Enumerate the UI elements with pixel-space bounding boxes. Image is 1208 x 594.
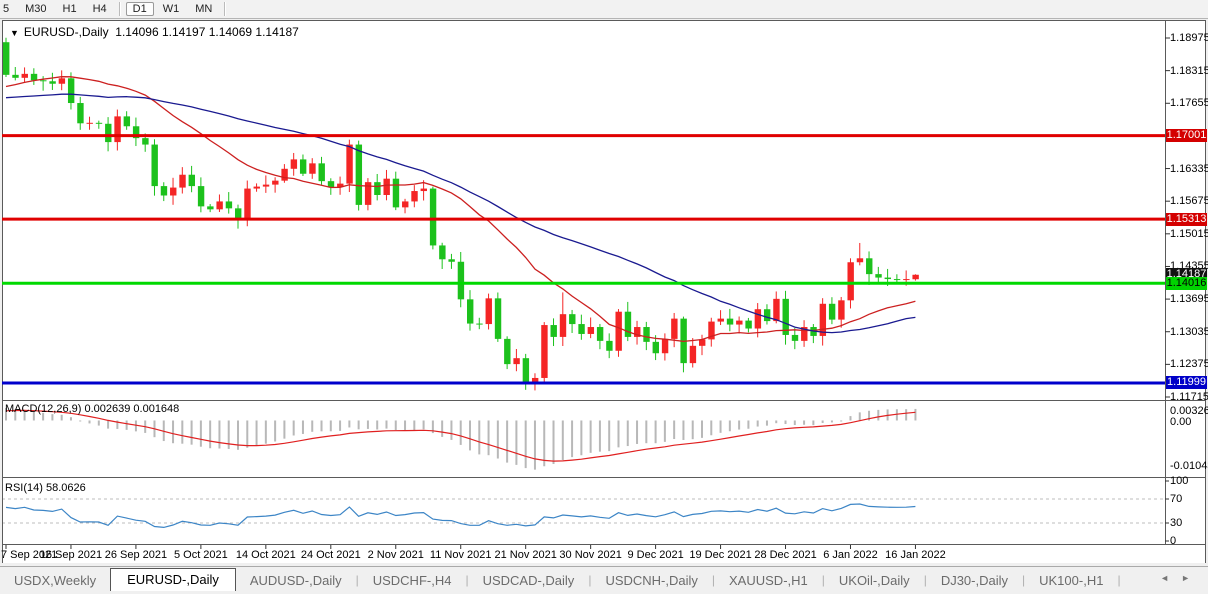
rsi-axis-label: 100 (1170, 475, 1188, 487)
tab-scroll-arrows: ◄► (1160, 573, 1202, 583)
date-tick-label: 2 Nov 2021 (368, 549, 424, 561)
support-price-badge: 1.14016 (1166, 277, 1207, 290)
date-tick-label: 16 Sep 2021 (40, 549, 102, 561)
price-tick-label: 1.12375 (1170, 358, 1208, 370)
rsi-pane-separator (2, 477, 1206, 478)
resistance-price-badge: 1.17001 (1166, 129, 1207, 142)
date-tick-label: 21 Nov 2021 (494, 549, 556, 561)
chart-ohlc: 1.14096 1.14197 1.14069 1.14187 (115, 25, 299, 39)
tab-eurusd[interactable]: EURUSD-,Daily (110, 568, 236, 592)
chart-area (2, 20, 1206, 563)
timeframe-button-m30[interactable]: M30 (18, 2, 53, 16)
trading-platform-window: 5M30H1H4 D1W1MN ▼ EURUSD-,Daily 1.14096 1.… (0, 0, 1208, 594)
date-tick-label: 11 Nov 2021 (430, 549, 492, 561)
timeframe-toolbar: 5M30H1H4 D1W1MN (0, 0, 1208, 19)
date-tick-label: 24 Oct 2021 (301, 549, 361, 561)
chart-title: ▼ EURUSD-,Daily 1.14096 1.14197 1.14069 1… (10, 25, 299, 39)
price-tick-label: 1.16335 (1170, 163, 1208, 175)
price-tick-label: 1.15675 (1170, 195, 1208, 207)
tab-usdcnh[interactable]: USDCNH-,Daily (591, 570, 711, 592)
rsi-indicator-label: RSI(14) 58.0626 (5, 482, 86, 494)
date-tick-label: 30 Nov 2021 (559, 549, 621, 561)
support-price-badge: 1.11999 (1166, 376, 1207, 389)
date-tick-label: 16 Jan 2022 (885, 549, 946, 561)
tab-scroll-left-icon[interactable]: ◄ (1160, 573, 1181, 583)
date-tick-label: 14 Oct 2021 (236, 549, 296, 561)
macd-axis-label: -0.010438 (1170, 460, 1208, 472)
tab-usdchf[interactable]: USDCHF-,H4 (359, 570, 466, 592)
macd-indicator-label: MACD(12,26,9) 0.002639 0.001648 (5, 403, 179, 415)
tab-xauusd[interactable]: XAUUSD-,H1 (715, 570, 822, 592)
symbol-dropdown-icon[interactable]: ▼ (10, 28, 19, 38)
tab-scroll-right-icon[interactable]: ► (1181, 573, 1202, 583)
date-tick-label: 9 Dec 2021 (627, 549, 683, 561)
tab-ukoil[interactable]: UKOil-,Daily (825, 570, 924, 592)
tab-separator: | (1117, 573, 1120, 587)
price-tick-label: 1.11715 (1170, 391, 1208, 403)
chart-symbol-label: EURUSD-,Daily (24, 25, 109, 39)
macd-axis-label: 0.00 (1170, 416, 1191, 428)
toolbar-separator (119, 2, 121, 16)
timeframe-button-h1[interactable]: H1 (56, 2, 84, 16)
timeframe-button-w1[interactable]: W1 (156, 2, 187, 16)
macd-pane-separator (2, 400, 1206, 401)
tab-usdx[interactable]: USDX,Weekly (0, 570, 110, 592)
price-tick-label: 1.15015 (1170, 228, 1208, 240)
date-tick-label: 26 Sep 2021 (105, 549, 167, 561)
date-tick-label: 19 Dec 2021 (689, 549, 751, 561)
timeframe-button-mn[interactable]: MN (188, 2, 219, 16)
timeframe-button-d1[interactable]: D1 (126, 2, 154, 16)
tab-audusd[interactable]: AUDUSD-,Daily (236, 570, 356, 592)
price-tick-label: 1.17655 (1170, 97, 1208, 109)
toolbar-separator (224, 2, 226, 16)
timeframe-button-5[interactable]: 5 (0, 2, 16, 16)
date-tick-label: 6 Jan 2022 (823, 549, 877, 561)
rsi-axis-label: 70 (1170, 493, 1182, 505)
resistance-price-badge: 1.15313 (1166, 213, 1207, 226)
rsi-axis-label: 30 (1170, 517, 1182, 529)
rsi-axis-label: 0 (1170, 535, 1176, 547)
tab-usdcad[interactable]: USDCAD-,Daily (469, 570, 589, 592)
tab-dj30[interactable]: DJ30-,Daily (927, 570, 1022, 592)
price-tick-label: 1.13035 (1170, 326, 1208, 338)
symbol-tab-bar: USDX,WeeklyEURUSD-,DailyAUDUSD-,Daily | US… (0, 566, 1208, 592)
timeframe-button-h4[interactable]: H4 (86, 2, 114, 16)
tab-uk100[interactable]: UK100-,H1 (1025, 570, 1117, 592)
price-tick-label: 1.18975 (1170, 32, 1208, 44)
date-tick-label: 5 Oct 2021 (174, 549, 228, 561)
date-axis-separator (2, 544, 1206, 545)
macd-axis-label: 0.003261 (1170, 405, 1208, 417)
date-tick-label: 28 Dec 2021 (754, 549, 816, 561)
price-tick-label: 1.18315 (1170, 65, 1208, 77)
price-tick-label: 1.13695 (1170, 293, 1208, 305)
